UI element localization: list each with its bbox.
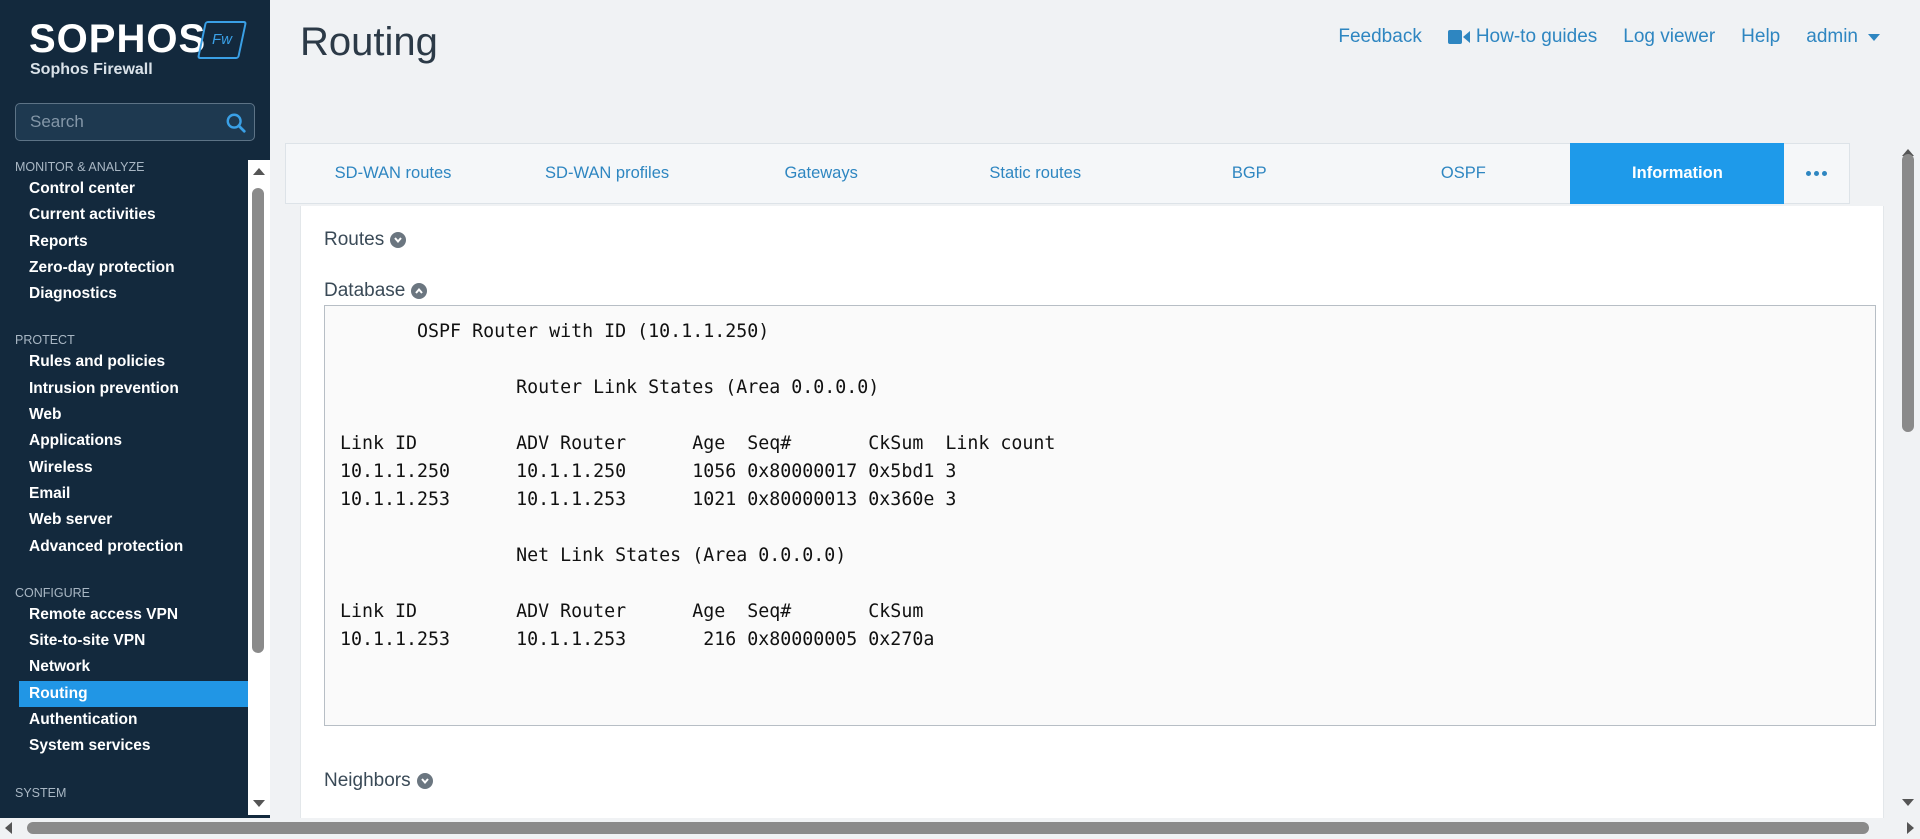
- caret-down-icon: [1868, 33, 1880, 41]
- nav-section-system: SYSTEM: [15, 785, 67, 800]
- sidebar-item-reports[interactable]: Reports: [19, 229, 248, 255]
- brand-logo[interactable]: SOPHOS Fw: [29, 17, 248, 61]
- sidebar-item-email[interactable]: Email: [19, 481, 248, 507]
- sidebar-item-diagnostics[interactable]: Diagnostics: [19, 281, 248, 307]
- tab-gateways[interactable]: Gateways: [714, 144, 928, 203]
- neighbors-section-toggle[interactable]: Neighbors: [324, 770, 433, 792]
- log-viewer-label: Log viewer: [1623, 26, 1716, 47]
- tab-sd-wan-routes[interactable]: SD-WAN routes: [286, 144, 500, 203]
- chevron-up-icon: [411, 283, 428, 299]
- chevron-down-icon: [416, 773, 433, 789]
- tab-bgp[interactable]: BGP: [1142, 144, 1356, 203]
- sidebar-scroll-thumb[interactable]: [252, 188, 264, 653]
- ospf-database-output: OSPF Router with ID (10.1.1.250) Router …: [324, 305, 1876, 726]
- main-scroll-thumb[interactable]: [1902, 154, 1914, 432]
- horizontal-scroll-thumb[interactable]: [27, 822, 1869, 834]
- how-to-guides-link[interactable]: How-to guides: [1447, 26, 1598, 48]
- search-icon[interactable]: [225, 112, 247, 134]
- help-label: Help: [1741, 26, 1781, 47]
- search-box: [15, 103, 255, 141]
- scroll-up-arrow-icon[interactable]: [253, 168, 265, 175]
- sidebar-item-intrusion-prevention[interactable]: Intrusion prevention: [19, 376, 248, 402]
- nav-section-monitor: MONITOR & ANALYZE: [15, 160, 145, 174]
- database-section-label: Database: [324, 280, 406, 301]
- scroll-down-arrow-icon[interactable]: [253, 800, 265, 807]
- sidebar-item-control-center[interactable]: Control center: [19, 176, 248, 202]
- user-menu[interactable]: admin: [1806, 26, 1880, 48]
- sidebar-item-web-server[interactable]: Web server: [19, 507, 248, 533]
- page-title: Routing: [300, 20, 438, 64]
- sidebar-item-network[interactable]: Network: [19, 654, 248, 680]
- sidebar-item-remote-access-vpn[interactable]: Remote access VPN: [19, 602, 248, 628]
- nav-section-configure: CONFIGURE: [15, 585, 90, 600]
- how-to-guides-label: How-to guides: [1475, 26, 1598, 47]
- tab-static-routes[interactable]: Static routes: [928, 144, 1142, 203]
- log-viewer-link[interactable]: Log viewer: [1623, 26, 1715, 48]
- sidebar-item-web[interactable]: Web: [19, 402, 248, 428]
- sidebar-nav: MONITOR & ANALYZE Control center Current…: [0, 158, 248, 813]
- sidebar-item-rules-and-policies[interactable]: Rules and policies: [19, 349, 248, 375]
- horizontal-scrollbar[interactable]: [0, 818, 1920, 839]
- database-section-toggle[interactable]: Database: [324, 280, 428, 302]
- sidebar-item-current-activities[interactable]: Current activities: [19, 202, 248, 228]
- user-name: admin: [1806, 26, 1858, 47]
- product-name: Sophos Firewall: [30, 61, 153, 78]
- main-vertical-scrollbar[interactable]: [1896, 143, 1920, 818]
- more-tabs-icon[interactable]: [1784, 144, 1849, 203]
- tab-information[interactable]: Information: [1570, 143, 1785, 204]
- scroll-right-arrow-icon[interactable]: [1907, 822, 1914, 834]
- feedback-link[interactable]: Feedback: [1338, 26, 1421, 48]
- sidebar-item-zero-day-protection[interactable]: Zero-day protection: [19, 255, 248, 281]
- search-input[interactable]: [16, 104, 216, 140]
- sidebar-item-system-services[interactable]: System services: [19, 733, 248, 759]
- nav-section-protect: PROTECT: [15, 333, 75, 348]
- routes-section-label: Routes: [324, 229, 385, 250]
- sidebar-item-applications[interactable]: Applications: [19, 428, 248, 454]
- sidebar-item-site-to-site-vpn[interactable]: Site-to-site VPN: [19, 628, 248, 654]
- ospf-database-text: OSPF Router with ID (10.1.1.250) Router …: [340, 321, 1056, 650]
- routing-tabs: SD-WAN routes SD-WAN profiles Gateways S…: [285, 143, 1850, 204]
- sidebar-item-routing[interactable]: Routing: [19, 680, 248, 708]
- video-camera-icon: [1447, 30, 1470, 44]
- sidebar-item-advanced-protection[interactable]: Advanced protection: [19, 534, 248, 560]
- sidebar-scrollbar[interactable]: [248, 160, 270, 815]
- neighbors-section-label: Neighbors: [324, 770, 411, 791]
- routes-section-toggle[interactable]: Routes: [324, 229, 407, 251]
- sophos-logo-text: SOPHOS: [29, 17, 207, 61]
- sidebar-item-authentication[interactable]: Authentication: [19, 707, 248, 733]
- sidebar-item-wireless[interactable]: Wireless: [19, 455, 248, 481]
- scroll-left-arrow-icon[interactable]: [5, 822, 12, 834]
- information-panel: Routes Database OSPF Router with ID (10.…: [300, 206, 1884, 818]
- firewall-badge-icon: Fw: [196, 21, 248, 59]
- firewall-badge-text: Fw: [212, 31, 232, 48]
- tab-ospf[interactable]: OSPF: [1356, 144, 1570, 203]
- chevron-down-icon: [390, 232, 407, 248]
- feedback-label: Feedback: [1338, 26, 1422, 47]
- scroll-down-arrow-icon[interactable]: [1902, 799, 1914, 806]
- help-link[interactable]: Help: [1741, 26, 1780, 48]
- tab-sd-wan-profiles[interactable]: SD-WAN profiles: [500, 144, 714, 203]
- top-nav: Feedback How-to guides Log viewer Help a…: [1338, 26, 1880, 48]
- sidebar: SOPHOS Fw Sophos Firewall MONITOR & ANAL…: [0, 0, 270, 839]
